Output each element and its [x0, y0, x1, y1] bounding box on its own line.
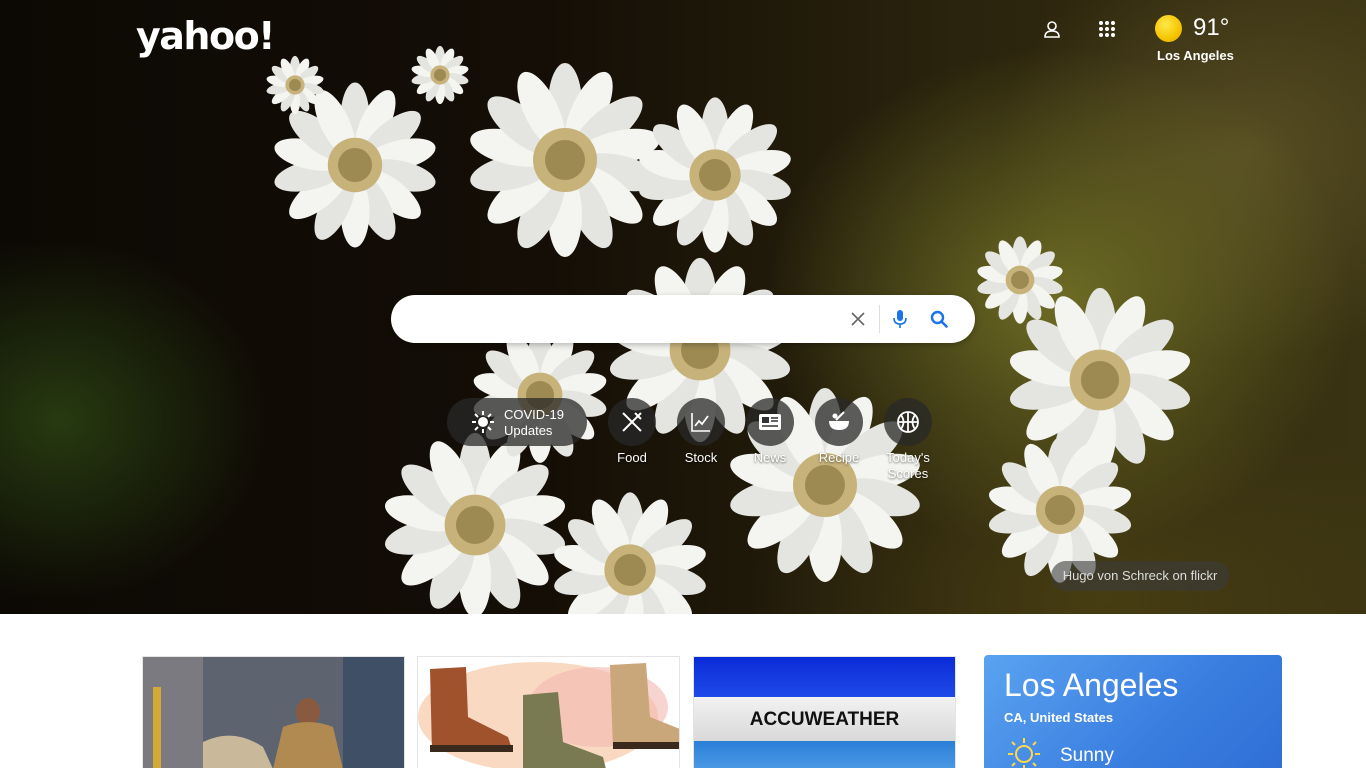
- basketball-icon: [884, 398, 932, 446]
- weather-city: Los Angeles: [1157, 48, 1234, 63]
- weather-card[interactable]: Los Angeles CA, United States Sunny: [984, 655, 1282, 768]
- sun-outline-icon: [1006, 736, 1042, 768]
- photo-credit-link[interactable]: Hugo von Schreck on flickr: [1051, 561, 1229, 591]
- covid-label-1: COVID-19: [504, 407, 564, 422]
- flower: [470, 63, 660, 257]
- covid-updates-button[interactable]: COVID-19 Updates: [447, 398, 587, 446]
- news-card-accuweather[interactable]: ACCUWEATHER: [693, 656, 956, 768]
- weather-card-city: Los Angeles: [1004, 667, 1179, 703]
- accuweather-label: ACCUWEATHER: [749, 709, 900, 730]
- hero-background: yahoo! 91° Los Angeles COVID-19 Updates …: [0, 0, 1366, 614]
- quick-link-news[interactable]: News: [740, 398, 800, 466]
- flower: [411, 45, 469, 105]
- flower: [639, 97, 791, 253]
- virus-icon: [471, 410, 495, 439]
- microphone-icon[interactable]: [888, 307, 912, 331]
- weather-card-condition: Sunny: [1060, 745, 1114, 766]
- accuweather-top-band: [694, 657, 955, 697]
- user-icon[interactable]: [1035, 12, 1069, 46]
- quick-link-stock[interactable]: Stock: [671, 398, 731, 466]
- fork-knife-icon: [608, 398, 656, 446]
- news-card-2[interactable]: [417, 656, 680, 768]
- close-icon[interactable]: [846, 307, 870, 331]
- quick-link-label: Food: [617, 450, 647, 465]
- newspaper-icon: [746, 398, 794, 446]
- stock-chart-icon: [677, 398, 725, 446]
- sun-icon: [1155, 15, 1182, 42]
- search-divider: [879, 305, 880, 333]
- covid-label-2: Updates: [504, 423, 553, 438]
- quick-link-label: Recipe: [818, 450, 860, 465]
- search-input[interactable]: [411, 304, 831, 334]
- quick-link-food[interactable]: Food: [602, 398, 662, 466]
- search-icon[interactable]: [927, 307, 951, 331]
- card-image-costume: [143, 657, 404, 768]
- weather-widget[interactable]: 91° Los Angeles: [1152, 12, 1234, 68]
- yahoo-logo[interactable]: yahoo!: [136, 14, 276, 58]
- card-image-boots: [418, 662, 679, 768]
- quick-link-scores[interactable]: Today's Scores: [878, 398, 938, 482]
- apps-grid-icon[interactable]: [1090, 12, 1124, 46]
- bowl-icon: [815, 398, 863, 446]
- news-card-1[interactable]: [142, 656, 405, 768]
- flower: [554, 492, 706, 614]
- quick-link-label: Today's Scores: [886, 450, 930, 481]
- search-bar: [391, 295, 975, 343]
- flower: [977, 236, 1063, 324]
- weather-card-region: CA, United States: [1004, 710, 1114, 725]
- quick-link-recipe[interactable]: Recipe: [809, 398, 869, 466]
- quick-link-label: Stock: [684, 450, 718, 465]
- temperature: 91°: [1193, 14, 1230, 41]
- quick-link-label: News: [753, 450, 787, 465]
- sky-image: [694, 741, 955, 768]
